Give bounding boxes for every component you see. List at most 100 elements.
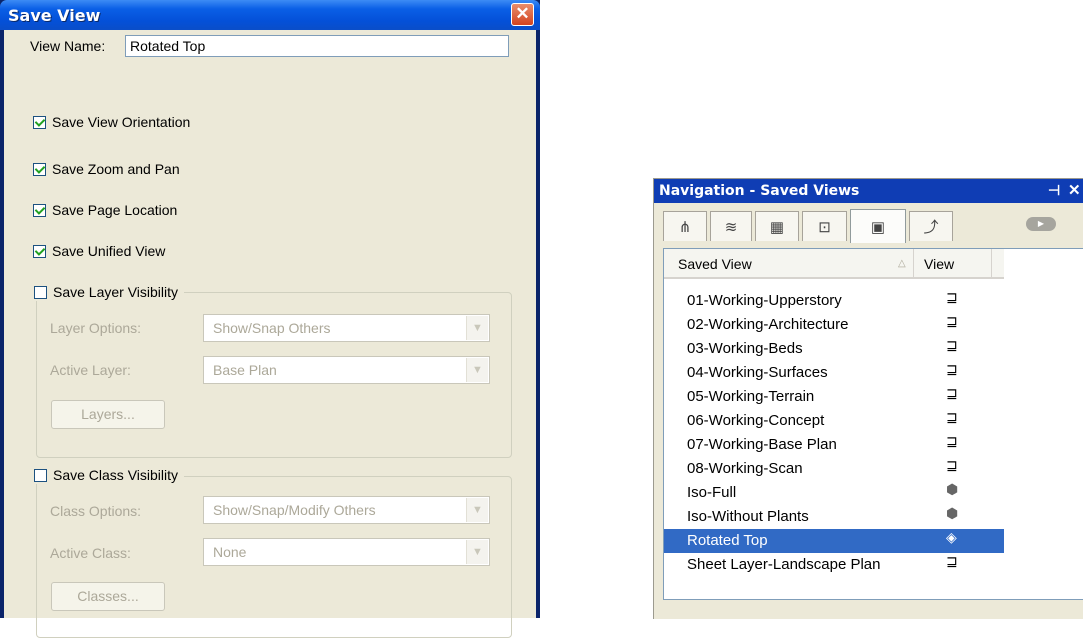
saved-view-name: Sheet Layer-Landscape Plan (687, 556, 881, 573)
checkbox-label: Save Class Visibility (53, 467, 179, 483)
tab-viewports[interactable]: ▦ (755, 211, 799, 241)
saved-view-name: 08-Working-Scan (687, 460, 803, 477)
viewports-icon: ▦ (769, 218, 785, 236)
active-class-label: Active Class: (50, 545, 131, 561)
plan-view-icon: ⊒ (946, 386, 958, 402)
tab-sheets[interactable]: ⊡ (802, 211, 847, 241)
pin-icon[interactable]: ⊣ (1048, 182, 1060, 199)
list-item-selected[interactable]: Rotated Top ◈ (664, 529, 1004, 553)
plan-view-icon: ⊒ (946, 338, 958, 354)
list-rows: 01-Working-Upperstory ⊒ 02-Working-Archit… (664, 289, 1004, 577)
checkbox-box[interactable] (33, 203, 46, 217)
chevron-down-icon: ▼ (466, 316, 488, 340)
iso-view-icon: ⬢ (946, 506, 959, 522)
sort-ascending-icon: △ (898, 258, 906, 269)
classes-button[interactable]: Classes... (51, 582, 165, 611)
column-header-label: Saved View (678, 256, 752, 272)
plan-view-icon: ⊒ (946, 290, 958, 306)
checkbox-label: Save Layer Visibility (53, 284, 179, 300)
tab-saved-views[interactable]: ▣ (850, 209, 906, 243)
palette-title-bar[interactable]: Navigation - Saved Views ⊣ ✕ (654, 179, 1083, 203)
rotated-view-icon: ◈ (946, 530, 957, 546)
saved-view-name: Iso-Full (687, 484, 737, 501)
plan-view-icon: ⊒ (946, 458, 958, 474)
checkbox-box[interactable] (33, 244, 46, 258)
chevron-down-icon: ▼ (466, 540, 488, 564)
view-name-label: View Name: (30, 38, 106, 54)
tab-hierarchy[interactable]: ⋔ (663, 211, 707, 241)
select-value: None (213, 544, 247, 560)
plan-view-icon: ⊒ (946, 314, 958, 330)
palette-title: Navigation - Saved Views (659, 183, 860, 199)
list-item[interactable]: 08-Working-Scan ⊒ (664, 457, 1004, 481)
class-options-select[interactable]: Show/Snap/Modify Others ▼ (203, 496, 490, 524)
checkbox-box[interactable] (33, 162, 46, 176)
list-item[interactable]: 03-Working-Beds ⊒ (664, 337, 1004, 361)
chevron-down-icon: ▼ (466, 358, 488, 382)
list-item[interactable]: 06-Working-Concept ⊒ (664, 409, 1004, 433)
list-item[interactable]: 04-Working-Surfaces ⊒ (664, 361, 1004, 385)
saved-view-name: 03-Working-Beds (687, 340, 803, 357)
checkbox-label: Save Unified View (52, 243, 166, 259)
plan-view-icon: ⊒ (946, 554, 958, 570)
saved-view-name: 07-Working-Base Plan (687, 436, 837, 453)
dialog-title-bar[interactable]: Save View ✕ (0, 0, 540, 30)
navigation-palette: Navigation - Saved Views ⊣ ✕ ⋔ ≋ ▦ ⊡ ▣ ⤴… (653, 178, 1083, 619)
iso-view-icon: ⬢ (946, 482, 959, 498)
dialog-title: Save View (8, 6, 101, 25)
list-item[interactable]: 05-Working-Terrain ⊒ (664, 385, 1004, 409)
list-item[interactable]: 01-Working-Upperstory ⊒ (664, 289, 1004, 313)
list-header: Saved View △ View (664, 249, 1004, 279)
list-item[interactable]: Iso-Full ⬢ (664, 481, 1004, 505)
saved-view-name: Iso-Without Plants (687, 508, 809, 525)
column-header-view[interactable]: View (914, 249, 992, 277)
hierarchy-icon: ⋔ (678, 218, 692, 236)
list-item[interactable]: Sheet Layer-Landscape Plan ⊒ (664, 553, 1004, 577)
references-icon: ⤴ (923, 219, 939, 236)
save-page-location-checkbox[interactable]: Save Page Location (33, 201, 177, 219)
plan-view-icon: ⊒ (946, 434, 958, 450)
list-item[interactable]: Iso-Without Plants ⬢ (664, 505, 1004, 529)
select-value: Show/Snap Others (213, 320, 331, 336)
list-item[interactable]: 07-Working-Base Plan ⊒ (664, 433, 1004, 457)
saved-views-icon: ▣ (870, 218, 886, 236)
save-class-visibility-checkbox[interactable]: Save Class Visibility (34, 466, 185, 484)
layer-options-label: Layer Options: (50, 320, 142, 336)
save-zoom-and-pan-checkbox[interactable]: Save Zoom and Pan (33, 160, 180, 178)
view-name-input[interactable]: Rotated Top (125, 35, 509, 57)
saved-view-name: 01-Working-Upperstory (687, 292, 842, 309)
column-header-saved-view[interactable]: Saved View △ (664, 249, 914, 277)
save-view-dialog: Save View ✕ View Name: Rotated Top Save … (0, 0, 540, 638)
sheets-icon: ⊡ (818, 218, 831, 236)
checkbox-label: Save Page Location (52, 202, 178, 218)
checkbox-box[interactable] (33, 115, 46, 129)
palette-tabs: ⋔ ≋ ▦ ⊡ ▣ ⤴ (663, 209, 983, 245)
active-layer-label: Active Layer: (50, 362, 131, 378)
view-name-value: Rotated Top (130, 38, 206, 54)
checkbox-box[interactable] (34, 468, 47, 482)
tab-references[interactable]: ⤴ (909, 211, 953, 241)
layer-options-select[interactable]: Show/Snap Others ▼ (203, 314, 490, 342)
close-icon[interactable]: ✕ (1068, 181, 1081, 199)
checkbox-box[interactable] (34, 285, 47, 299)
checkbox-label: Save Zoom and Pan (52, 161, 180, 177)
layers-button[interactable]: Layers... (51, 400, 165, 429)
saved-view-name: 06-Working-Concept (687, 412, 825, 429)
active-layer-select[interactable]: Base Plan ▼ (203, 356, 490, 384)
save-view-orientation-checkbox[interactable]: Save View Orientation (33, 113, 190, 131)
select-value: Show/Snap/Modify Others (213, 502, 376, 518)
save-unified-view-checkbox[interactable]: Save Unified View (33, 242, 165, 260)
tab-layers[interactable]: ≋ (710, 211, 752, 241)
plan-view-icon: ⊒ (946, 410, 958, 426)
saved-view-name: 04-Working-Surfaces (687, 364, 828, 381)
tab-scroll-right-button[interactable]: ▶ (1026, 217, 1056, 231)
close-button[interactable]: ✕ (511, 3, 534, 26)
select-value: Base Plan (213, 362, 277, 378)
save-layer-visibility-checkbox[interactable]: Save Layer Visibility (34, 283, 185, 301)
saved-view-name: Rotated Top (687, 532, 768, 549)
column-header-label: View (924, 256, 955, 272)
list-item[interactable]: 02-Working-Architecture ⊒ (664, 313, 1004, 337)
plan-view-icon: ⊒ (946, 362, 958, 378)
saved-view-name: 05-Working-Terrain (687, 388, 815, 405)
active-class-select[interactable]: None ▼ (203, 538, 490, 566)
